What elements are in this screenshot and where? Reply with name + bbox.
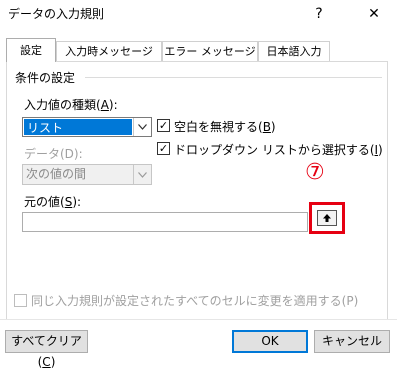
ok-button[interactable]: OK — [232, 330, 308, 353]
collapse-dialog-button[interactable] — [309, 202, 345, 234]
in-cell-dropdown-checkbox[interactable]: ✓ — [157, 142, 170, 155]
chevron-down-icon[interactable] — [133, 165, 151, 184]
upload-arrow-icon — [317, 210, 337, 226]
cancel-button[interactable]: キャンセル — [314, 330, 390, 353]
tab-settings[interactable]: 設定 — [6, 38, 56, 62]
ignore-blank-checkbox[interactable]: ✓ — [157, 119, 170, 132]
ignore-blank-label: 空白を無視する(B) — [174, 120, 276, 134]
in-cell-dropdown-label: ドロップダウン リストから選択する(I) — [174, 143, 383, 157]
source-input[interactable] — [22, 212, 308, 232]
apply-all-checkbox[interactable] — [14, 294, 27, 307]
dialog-title: データの入力規則 — [8, 7, 105, 21]
group-label-validation-criteria: 条件の設定 — [15, 71, 76, 85]
allow-select[interactable]: リスト — [22, 117, 152, 137]
data-label: データ(D): — [24, 147, 83, 161]
data-select-value: 次の値の間 — [26, 167, 87, 181]
data-select[interactable]: 次の値の間 — [22, 164, 152, 185]
step-annotation: ⑦ — [305, 160, 325, 185]
close-button[interactable]: ✕ — [356, 0, 392, 28]
source-label: 元の値(S): — [24, 195, 82, 209]
tab-error-alert[interactable]: エラー メッセージ — [162, 41, 258, 61]
apply-all-label: 同じ入力規則が設定されたすべてのセルに変更を適用する(P) — [31, 294, 359, 308]
allow-select-value: リスト — [24, 119, 132, 135]
help-button[interactable]: ? — [304, 0, 334, 28]
footer-divider — [0, 319, 397, 320]
clear-all-button[interactable]: すべてクリア(C) — [5, 330, 88, 369]
group-divider — [85, 77, 382, 78]
allow-label: 入力値の種類(A): — [24, 98, 118, 112]
chevron-down-icon[interactable] — [133, 118, 151, 136]
tab-japanese-input[interactable]: 日本語入力 — [258, 41, 330, 61]
tab-input-message[interactable]: 入力時メッセージ — [56, 41, 162, 61]
